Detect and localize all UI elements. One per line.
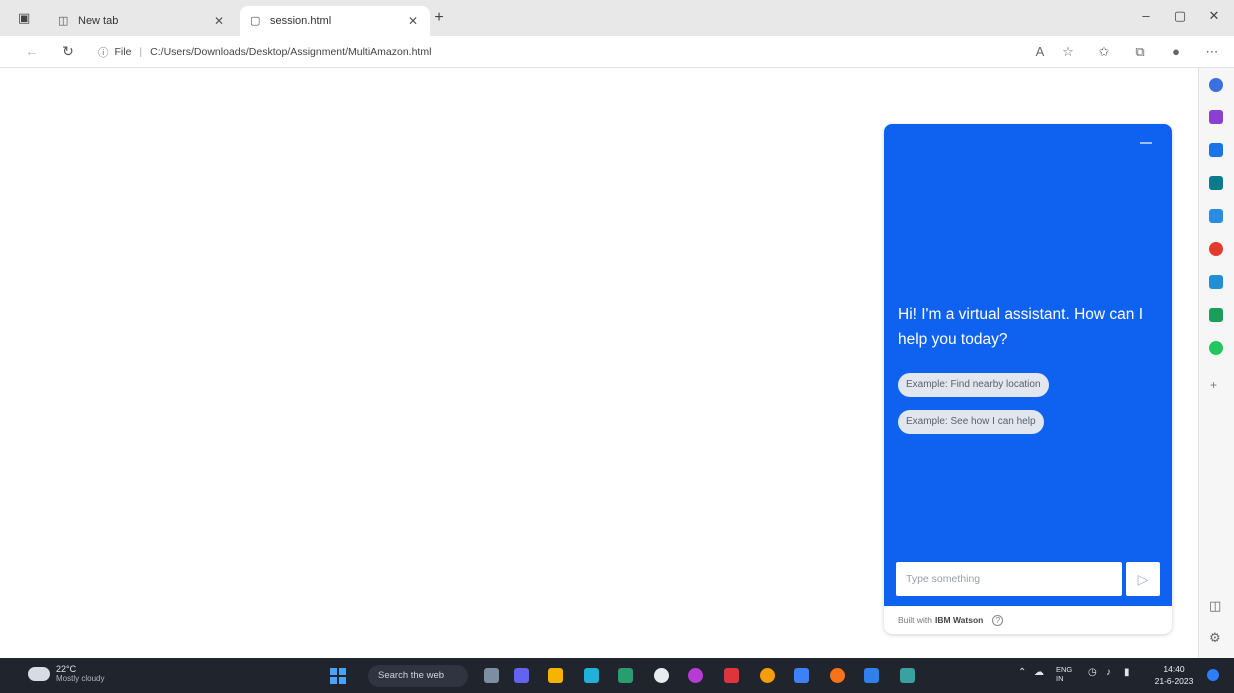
info-icon[interactable]: ⓘ [98,45,109,60]
search-icon[interactable] [1209,78,1223,92]
tray-chevron-icon[interactable]: ⌃ [1018,667,1026,678]
chat-message-input[interactable] [896,562,1122,596]
tab-new-tab[interactable]: ◫ New tab ✕ [48,6,236,36]
footer-brand[interactable]: IBM Watson [935,615,983,625]
firefox-icon[interactable] [830,668,845,683]
favorite-add-icon[interactable]: ☆ [1058,44,1078,62]
tools-icon[interactable] [1209,143,1223,157]
games-icon[interactable] [1209,176,1223,190]
browser-sidebar: + ◫ ⚙ [1198,68,1234,658]
suggestion-chip-help[interactable]: Example: See how I can help [898,410,1044,434]
suggestion-chip-location[interactable]: Example: Find nearby location [898,373,1049,397]
cloud-icon [28,667,50,681]
taskbar-clock[interactable]: 14:40 21-6-2023 [1148,663,1200,687]
tree-icon[interactable] [1209,308,1223,322]
file-favicon-icon: ▢ [250,15,261,27]
photos-icon[interactable] [794,668,809,683]
read-aloud-icon[interactable]: A [1030,44,1050,62]
address-toolbar: ← ↻ ⓘ File | C:/Users/Downloads/Desktop/… [0,36,1234,68]
sidebar-settings-icon[interactable]: ⚙ [1209,630,1221,646]
profile-icon[interactable]: ● [1166,44,1186,62]
minimize-chat-icon[interactable] [1140,142,1152,144]
send-icon[interactable]: ▷ [1126,562,1160,596]
tab-label: New tab [78,15,119,27]
office-icon[interactable] [1209,209,1223,223]
refresh-icon[interactable]: ↻ [58,43,78,61]
address-bar[interactable]: ⓘ File | C:/Users/Downloads/Desktop/Assi… [98,41,1018,63]
wifi-icon[interactable]: ◷ [1088,667,1097,678]
url-scheme-label: File [114,46,132,58]
sidebar-layout-icon[interactable]: ◫ [1209,598,1221,614]
powered-by-footer: Built with IBM Watson ? [898,612,1004,628]
collections-icon[interactable]: ⧉ [1130,44,1150,62]
weather-temp: 22°C [56,664,77,674]
close-tab-icon[interactable]: ✕ [212,14,226,28]
app-icon[interactable] [688,668,703,683]
shopping-icon[interactable] [1209,110,1223,124]
language-indicator[interactable]: ENG IN [1056,665,1078,683]
store-icon[interactable] [618,668,633,683]
battery-icon[interactable]: ▮ [1124,667,1130,678]
extension-icon[interactable] [1209,341,1223,355]
edge-icon[interactable] [584,668,599,683]
paint-icon[interactable] [760,668,775,683]
close-tab-icon[interactable]: ✕ [406,14,420,28]
url-divider: | [139,46,143,58]
close-window-button[interactable]: ✕ [1194,8,1234,24]
security-app-icon[interactable] [724,668,739,683]
file-explorer-icon[interactable] [548,668,563,683]
chat-input-row: ▷ [896,562,1160,596]
add-sidebar-icon[interactable]: + [1210,378,1217,392]
footer-prefix: Built with [898,615,933,625]
weather-widget[interactable]: 22°C Mostly cloudy [28,664,104,684]
chat-app-icon[interactable] [514,668,529,683]
terminal-icon[interactable] [900,668,915,683]
assistant-greeting: Hi! I'm a virtual assistant. How can I h… [898,306,1144,348]
clock-time: 14:40 [1163,664,1185,674]
tab-session-html[interactable]: ▢ session.html ✕ [240,6,430,36]
task-view-icon[interactable] [484,668,499,683]
windows-start-icon[interactable] [330,668,346,684]
windows-taskbar: 22°C Mostly cloudy Search the web ⌃ ☁ EN… [0,658,1234,693]
drop-icon[interactable] [1209,275,1223,289]
vscode-icon[interactable] [864,668,879,683]
chat-widget-panel: Hi! I'm a virtual assistant. How can I h… [884,124,1172,606]
new-tab-favicon-icon: ◫ [58,15,69,27]
volume-icon[interactable]: ♪ [1106,667,1111,678]
more-menu-icon[interactable]: ⋯ [1202,44,1222,62]
taskbar-search-box[interactable]: Search the web [368,665,468,687]
tray-cloud-icon[interactable]: ☁ [1034,667,1044,678]
url-text[interactable]: C:/Users/Downloads/Desktop/Assignment/Mu… [150,46,431,58]
notification-icon[interactable] [1207,669,1219,681]
footer-info-icon[interactable]: ? [992,614,1004,626]
outlook-icon[interactable] [1209,242,1223,256]
browser-tab-bar: ▣ ◫ New tab ✕ ▢ session.html ✕ + – ▢ ✕ [0,0,1234,36]
new-tab-plus-icon[interactable]: + [430,9,448,27]
chrome-icon[interactable] [654,668,669,683]
clock-date: 21-6-2023 [1154,676,1194,686]
weather-condition: Mostly cloudy [56,674,105,683]
favorites-icon[interactable]: ✩ [1094,44,1114,62]
tab-actions-icon[interactable]: ▣ [18,10,36,26]
tab-label: session.html [270,15,332,27]
back-arrow-icon[interactable]: ← [22,43,42,61]
